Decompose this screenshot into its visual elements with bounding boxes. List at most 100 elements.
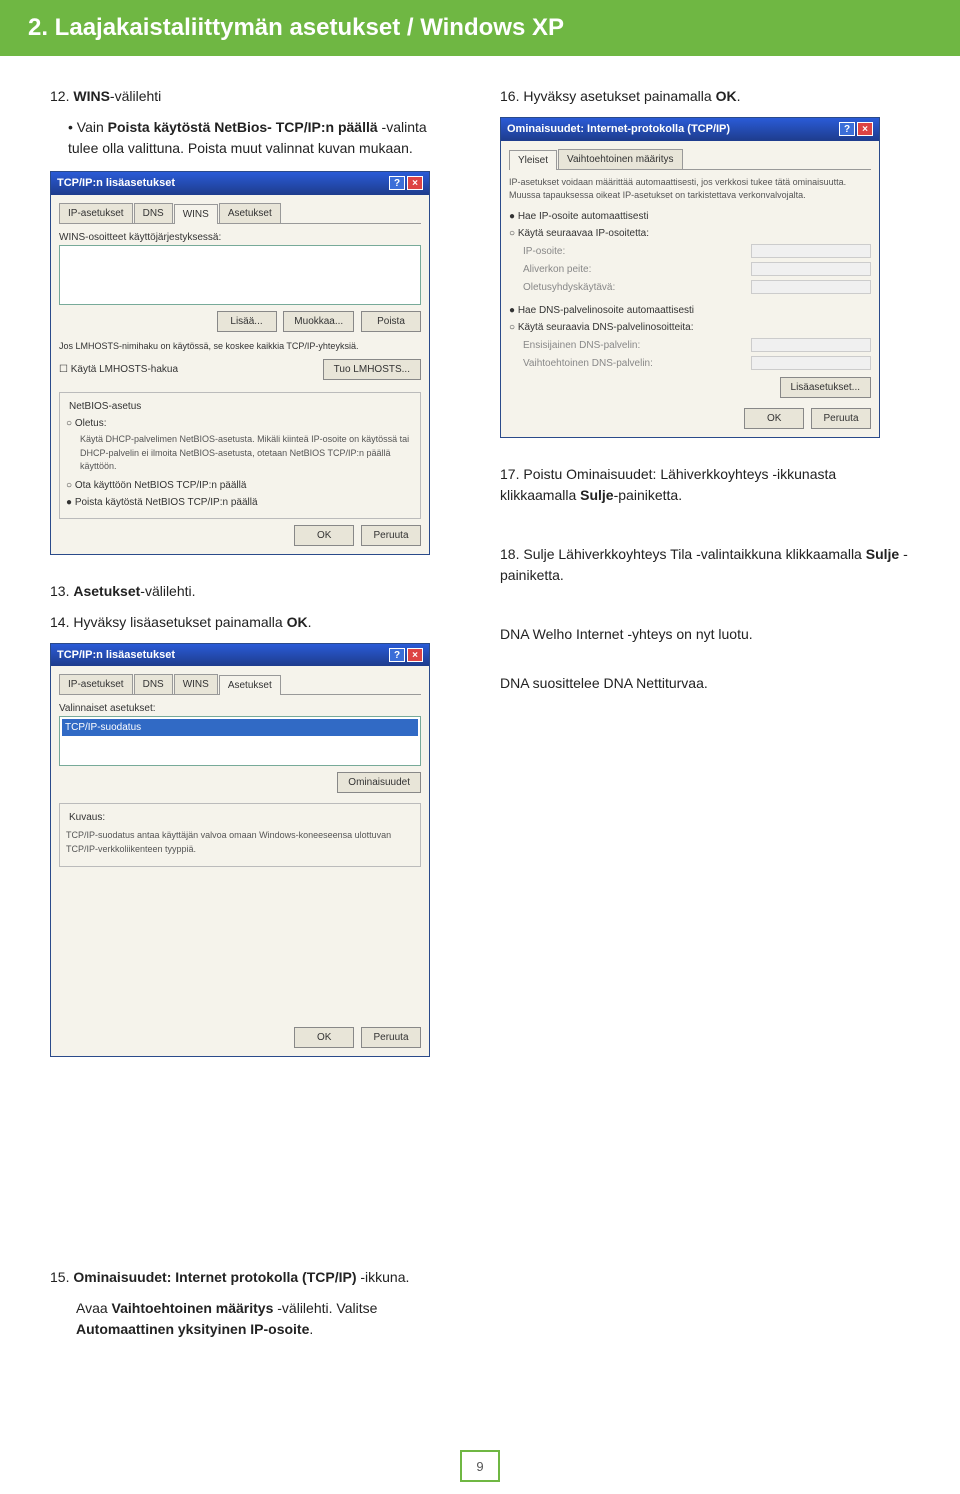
tab-ip[interactable]: IP-asetukset: [59, 203, 133, 223]
help-icon[interactable]: ?: [389, 176, 405, 190]
tab-dns[interactable]: DNS: [134, 203, 173, 223]
gateway-field: [751, 280, 871, 294]
list-item[interactable]: TCP/IP-suodatus: [62, 719, 418, 736]
tab-alternate[interactable]: Vaihtoehtoinen määritys: [558, 149, 683, 169]
tabs: IP-asetukset DNS WINS Asetukset: [59, 203, 421, 224]
step-17: 17. Poistu Ominaisuudet: Lähiverkkoyhtey…: [500, 464, 910, 506]
import-button[interactable]: Tuo LMHOSTS...: [323, 359, 421, 380]
dns2-label: Vaihtoehtoinen DNS-palvelin:: [523, 356, 751, 371]
optional-listbox[interactable]: TCP/IP-suodatus: [59, 716, 421, 766]
wins-listbox[interactable]: [59, 245, 421, 305]
tab-dns[interactable]: DNS: [134, 674, 173, 694]
step-number: 14.: [50, 614, 69, 630]
desc-group-label: Kuvaus:: [66, 810, 108, 825]
radio-manual-dns[interactable]: Käytä seuraavia DNS-palvelinosoitteita:: [509, 320, 871, 335]
bullet-text-a: Vain: [77, 119, 108, 135]
ok-button[interactable]: OK: [294, 1027, 354, 1048]
tab-settings[interactable]: Asetukset: [219, 203, 281, 223]
ok-button[interactable]: OK: [294, 525, 354, 546]
ok-button[interactable]: OK: [744, 408, 804, 429]
gateway-label: Oletusyhdyskäytävä:: [523, 280, 751, 295]
ip-field: [751, 244, 871, 258]
txt-b: Automaattinen yksityinen IP-osoite: [76, 1321, 309, 1337]
step-15-suffix: -ikkuna.: [356, 1269, 409, 1285]
page-header: 2. Laajakaistaliittymän asetukset / Wind…: [0, 0, 960, 56]
step-17-c: -painiketta.: [614, 487, 682, 503]
dialog-tcpip-advanced-wins: TCP/IP:n lisäasetukset ? × IP-asetukset …: [50, 171, 430, 555]
step-16-a: Hyväksy asetukset painamalla: [523, 88, 715, 104]
properties-button[interactable]: Ominaisuudet: [337, 772, 421, 793]
step-18-a: Sulje Lähiverkkoyhteys Tila -valintaikku…: [523, 546, 865, 562]
right-column: 16. Hyväksy asetukset painamalla OK. Omi…: [500, 86, 910, 1340]
header-title: 2. Laajakaistaliittymän asetukset / Wind…: [28, 14, 564, 41]
tab-general[interactable]: Yleiset: [509, 150, 557, 170]
step-15-bold: Ominaisuudet: Internet protokolla (TCP/I…: [73, 1269, 356, 1285]
bullet-text-b: Poista käytöstä NetBios- TCP/IP:n päällä: [108, 119, 378, 135]
help-icon[interactable]: ?: [389, 648, 405, 662]
step-14-c: .: [308, 614, 312, 630]
step-13: 13. Asetukset-välilehti.: [50, 581, 460, 602]
dialog-tcpip-advanced-settings: TCP/IP:n lisäasetukset ? × IP-asetukset …: [50, 643, 430, 1058]
dialog-internet-protocol-properties: Ominaisuudet: Internet-protokolla (TCP/I…: [500, 117, 880, 438]
close-icon[interactable]: ×: [407, 648, 423, 662]
step-number: 17.: [500, 466, 519, 482]
txt: .: [309, 1321, 313, 1337]
radio-auto-dns[interactable]: Hae DNS-palvelinosoite automaattisesti: [509, 303, 871, 318]
tab-wins[interactable]: WINS: [174, 674, 218, 694]
step-number: 15.: [50, 1269, 69, 1285]
wins-list-label: WINS-osoitteet käyttöjärjestyksessä:: [59, 230, 421, 245]
dns1-label: Ensisijainen DNS-palvelin:: [523, 338, 751, 353]
step-18: 18. Sulje Lähiverkkoyhteys Tila -valinta…: [500, 544, 910, 586]
add-button[interactable]: Lisää...: [217, 311, 277, 332]
lmhosts-info: Jos LMHOSTS-nimihaku on käytössä, se kos…: [59, 340, 421, 354]
mask-field: [751, 262, 871, 276]
titlebar: Ominaisuudet: Internet-protokolla (TCP/I…: [501, 118, 879, 141]
step-13-suffix: -välilehti.: [140, 583, 195, 599]
step-13-bold: Asetukset: [73, 583, 140, 599]
radio-default-desc: Käytä DHCP-palvelimen NetBIOS-asetusta. …: [80, 433, 414, 474]
tab-ip[interactable]: IP-asetukset: [59, 674, 133, 694]
delete-button[interactable]: Poista: [361, 311, 421, 332]
dns1-field: [751, 338, 871, 352]
close-icon[interactable]: ×: [407, 176, 423, 190]
cancel-button[interactable]: Peruuta: [361, 525, 421, 546]
tab-wins[interactable]: WINS: [174, 204, 218, 224]
dialog-title: Ominaisuudet: Internet-protokolla (TCP/I…: [507, 121, 730, 138]
advanced-button[interactable]: Lisäasetukset...: [780, 377, 871, 398]
note-2: DNA suosittelee DNA Nettiturvaa.: [500, 673, 910, 694]
radio-enable-netbios[interactable]: Ota käyttöön NetBIOS TCP/IP:n päällä: [66, 478, 414, 493]
step-14: 14. Hyväksy lisäasetukset painamalla OK.: [50, 612, 460, 633]
dialog-title: TCP/IP:n lisäasetukset: [57, 175, 175, 192]
tab-settings[interactable]: Asetukset: [219, 675, 281, 695]
step-12: 12. WINS-välilehti: [50, 86, 460, 107]
lmhosts-checkbox[interactable]: Käytä LMHOSTS-hakua: [59, 362, 319, 377]
step-14-b: OK: [287, 614, 308, 630]
radio-auto-ip[interactable]: Hae IP-osoite automaattisesti: [509, 209, 871, 224]
help-icon[interactable]: ?: [839, 122, 855, 136]
dialog-title: TCP/IP:n lisäasetukset: [57, 647, 175, 664]
step-17-b: Sulje: [580, 487, 613, 503]
cancel-button[interactable]: Peruuta: [811, 408, 871, 429]
edit-button[interactable]: Muokkaa...: [283, 311, 354, 332]
titlebar: TCP/IP:n lisäasetukset ? ×: [51, 644, 429, 667]
close-icon[interactable]: ×: [857, 122, 873, 136]
dns2-field: [751, 356, 871, 370]
intro-text: IP-asetukset voidaan määrittää automaatt…: [509, 176, 871, 203]
step-16-c: .: [737, 88, 741, 104]
step-18-b: Sulje: [866, 546, 899, 562]
txt: -välilehti. Valitse: [273, 1300, 377, 1316]
radio-default[interactable]: Oletus:: [66, 416, 414, 431]
page-number: 9: [460, 1450, 500, 1482]
page-number-text: 9: [476, 1459, 483, 1474]
txt-b: Vaihtoehtoinen määritys: [112, 1300, 274, 1316]
radio-manual-ip[interactable]: Käytä seuraavaa IP-osoitetta:: [509, 226, 871, 241]
step-15: 15. Ominaisuudet: Internet protokolla (T…: [50, 1267, 460, 1288]
step-14-a: Hyväksy lisäasetukset painamalla: [73, 614, 286, 630]
cancel-button[interactable]: Peruuta: [361, 1027, 421, 1048]
step-number: 13.: [50, 583, 69, 599]
step-number: 12.: [50, 88, 69, 104]
radio-disable-netbios[interactable]: Poista käytöstä NetBIOS TCP/IP:n päällä: [66, 495, 414, 510]
step-label-bold: WINS: [73, 88, 110, 104]
txt: Avaa: [76, 1300, 112, 1316]
note-1: DNA Welho Internet -yhteys on nyt luotu.: [500, 624, 910, 645]
